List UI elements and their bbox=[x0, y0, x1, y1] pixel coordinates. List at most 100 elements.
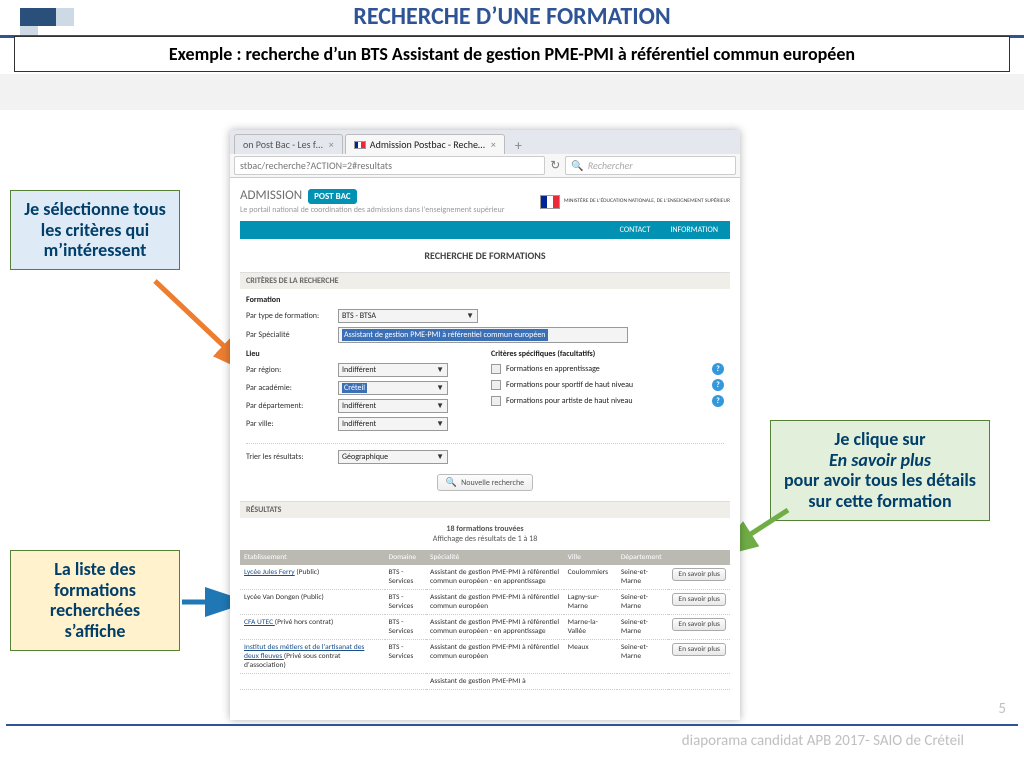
callout-text-italic: En savoir plus bbox=[829, 449, 931, 471]
search-placeholder: Rechercher bbox=[588, 159, 633, 172]
nav-information[interactable]: INFORMATION bbox=[670, 225, 718, 235]
checkbox-icon bbox=[491, 396, 501, 406]
select-tri[interactable]: Géographique ▼ bbox=[338, 450, 448, 464]
select-value: BTS - BTSA bbox=[342, 311, 376, 321]
info-icon[interactable]: ? bbox=[712, 395, 724, 407]
reload-icon[interactable]: ↻ bbox=[545, 158, 565, 173]
cell-departement: Seine-et-Marne bbox=[617, 590, 669, 615]
button-label: Nouvelle recherche bbox=[461, 478, 524, 488]
cell-departement: Seine-et-Marne bbox=[617, 565, 669, 590]
en-savoir-plus-button[interactable]: En savoir plus bbox=[672, 593, 726, 606]
page-heading: RECHERCHE DE FORMATIONS bbox=[240, 239, 730, 272]
chevron-down-icon: ▼ bbox=[436, 452, 444, 462]
col-ville: Ville bbox=[564, 550, 617, 565]
site-header: ADMISSION POST BAC Le portail national d… bbox=[240, 184, 730, 217]
etablissement-link[interactable]: CFA UTEC bbox=[244, 618, 275, 627]
results-count: 18 formations trouvées bbox=[240, 524, 730, 534]
results-table: Etablissement Domaine Spécialité Ville D… bbox=[240, 550, 730, 690]
table-row: Lycée Van Dongen (Public)BTS - ServicesA… bbox=[240, 590, 730, 615]
select-value: Assistant de gestion PME-PMI à référenti… bbox=[342, 329, 548, 341]
cell-specialite: Assistant de gestion PME-PMI à référenti… bbox=[426, 640, 564, 674]
cell-action: En savoir plus bbox=[668, 640, 730, 674]
select-type-formation[interactable]: BTS - BTSA ▼ bbox=[338, 309, 478, 323]
select-specialite[interactable]: Assistant de gestion PME-PMI à référenti… bbox=[338, 327, 628, 343]
slide-subtitle: Exemple : recherche d’un BTS Assistant d… bbox=[14, 36, 1010, 72]
etablissement-link[interactable]: Institut des métiers et de l'artisanat d… bbox=[244, 643, 364, 661]
search-form: Formation Par type de formation: BTS - B… bbox=[240, 289, 730, 501]
label-tri: Trier les résultats: bbox=[246, 452, 338, 462]
criteria-header: CRITÈRES DE LA RECHERCHE bbox=[240, 272, 730, 289]
flag-icon bbox=[354, 141, 366, 149]
checkbox-label: Formations en apprentissage bbox=[506, 364, 600, 374]
select-ville[interactable]: Indifférent▼ bbox=[338, 417, 448, 431]
cell-ville: Meaux bbox=[564, 640, 617, 674]
cell-etablissement: CFA UTEC (Privé hors contrat) bbox=[240, 615, 385, 640]
logo-pill: POST BAC bbox=[308, 189, 357, 204]
callout-select-criteria: Je sélectionne tous les critères qui m’i… bbox=[10, 190, 180, 270]
cell-ville: Coulommiers bbox=[564, 565, 617, 590]
label-region: Par région: bbox=[246, 365, 338, 375]
site-subtitle: Le portail national de coordination des … bbox=[240, 205, 504, 215]
cell-domaine: BTS - Services bbox=[385, 640, 427, 674]
select-value: Indifférent bbox=[342, 365, 376, 375]
url-field[interactable]: stbac/recherche?ACTION=2#resultats bbox=[234, 156, 545, 175]
callout-text: Je clique sur bbox=[834, 428, 925, 450]
info-icon[interactable]: ? bbox=[712, 363, 724, 375]
cell-domaine: BTS - Services bbox=[385, 615, 427, 640]
callout-text: pour avoir tous les détails bbox=[784, 469, 976, 491]
chevron-down-icon: ▼ bbox=[466, 311, 474, 321]
top-nav: CONTACT INFORMATION bbox=[240, 221, 730, 239]
select-academie[interactable]: Créteil▼ bbox=[338, 381, 448, 395]
flag-icon bbox=[540, 195, 560, 209]
results-range: Affichage des résultats de 1 à 18 bbox=[240, 534, 730, 544]
etablissement-link[interactable]: Lycée Jules Ferry bbox=[244, 568, 295, 577]
checkbox-icon bbox=[491, 380, 501, 390]
close-icon[interactable]: × bbox=[491, 138, 496, 151]
label-type-formation: Par type de formation: bbox=[246, 311, 338, 321]
table-row: Institut des métiers et de l'artisanat d… bbox=[240, 640, 730, 674]
col-action bbox=[668, 550, 730, 565]
cell-action: En savoir plus bbox=[668, 565, 730, 590]
nav-contact[interactable]: CONTACT bbox=[620, 225, 651, 235]
select-region[interactable]: Indifférent▼ bbox=[338, 363, 448, 377]
label-academie: Par académie: bbox=[246, 383, 338, 393]
criteres-facultatifs-label: Critères spécifiques (facultatifs) bbox=[491, 349, 724, 359]
browser-tab-inactive[interactable]: on Post Bac - Les f… × bbox=[234, 134, 343, 154]
search-icon: 🔍 bbox=[446, 477, 457, 488]
en-savoir-plus-button[interactable]: En savoir plus bbox=[672, 643, 726, 656]
select-departement[interactable]: Indifférent▼ bbox=[338, 399, 448, 413]
cell-ville: Marne-la-Vallée bbox=[564, 615, 617, 640]
select-value: Géographique bbox=[342, 452, 388, 462]
site-logo: ADMISSION POST BAC bbox=[240, 188, 357, 203]
checkbox-label: Formations pour artiste de haut niveau bbox=[506, 396, 633, 406]
new-tab-button[interactable]: + bbox=[507, 138, 530, 154]
results-summary: 18 formations trouvées Affichage des rés… bbox=[240, 518, 730, 550]
checkbox-artiste[interactable]: Formations pour artiste de haut niveau? bbox=[491, 395, 724, 407]
table-row: Assistant de gestion PME-PMI à bbox=[240, 674, 730, 690]
label-departement: Par département: bbox=[246, 401, 338, 411]
ministry-text: MINISTÈRE DE L'ÉDUCATION NATIONALE, DE L… bbox=[564, 199, 730, 205]
browser-tab-active[interactable]: Admission Postbac - Reche… × bbox=[345, 134, 505, 154]
col-etablissement: Etablissement bbox=[240, 550, 385, 565]
cell-action bbox=[668, 674, 730, 690]
url-bar: stbac/recherche?ACTION=2#resultats ↻ 🔍 R… bbox=[230, 154, 740, 178]
checkbox-apprentissage[interactable]: Formations en apprentissage? bbox=[491, 363, 724, 375]
cell-domaine bbox=[385, 674, 427, 690]
close-icon[interactable]: × bbox=[329, 138, 334, 151]
logo-text: ADMISSION bbox=[240, 188, 302, 203]
slide-title: RECHERCHE D’UNE FORMATION bbox=[0, 0, 1024, 38]
search-field[interactable]: 🔍 Rechercher bbox=[565, 156, 736, 175]
browser-tabs: on Post Bac - Les f… × Admission Postbac… bbox=[230, 130, 740, 154]
en-savoir-plus-button[interactable]: En savoir plus bbox=[672, 618, 726, 631]
cell-specialite: Assistant de gestion PME-PMI à référenti… bbox=[426, 565, 564, 590]
callout-en-savoir-plus: Je clique sur En savoir plus pour avoir … bbox=[770, 420, 990, 521]
nouvelle-recherche-button[interactable]: 🔍 Nouvelle recherche bbox=[437, 474, 533, 491]
col-specialite: Spécialité bbox=[426, 550, 564, 565]
en-savoir-plus-button[interactable]: En savoir plus bbox=[672, 568, 726, 581]
cell-specialite: Assistant de gestion PME-PMI à référenti… bbox=[426, 590, 564, 615]
select-value: Créteil bbox=[342, 383, 367, 393]
cell-domaine: BTS - Services bbox=[385, 590, 427, 615]
checkbox-icon bbox=[491, 364, 501, 374]
info-icon[interactable]: ? bbox=[712, 379, 724, 391]
checkbox-sportif[interactable]: Formations pour sportif de haut niveau? bbox=[491, 379, 724, 391]
